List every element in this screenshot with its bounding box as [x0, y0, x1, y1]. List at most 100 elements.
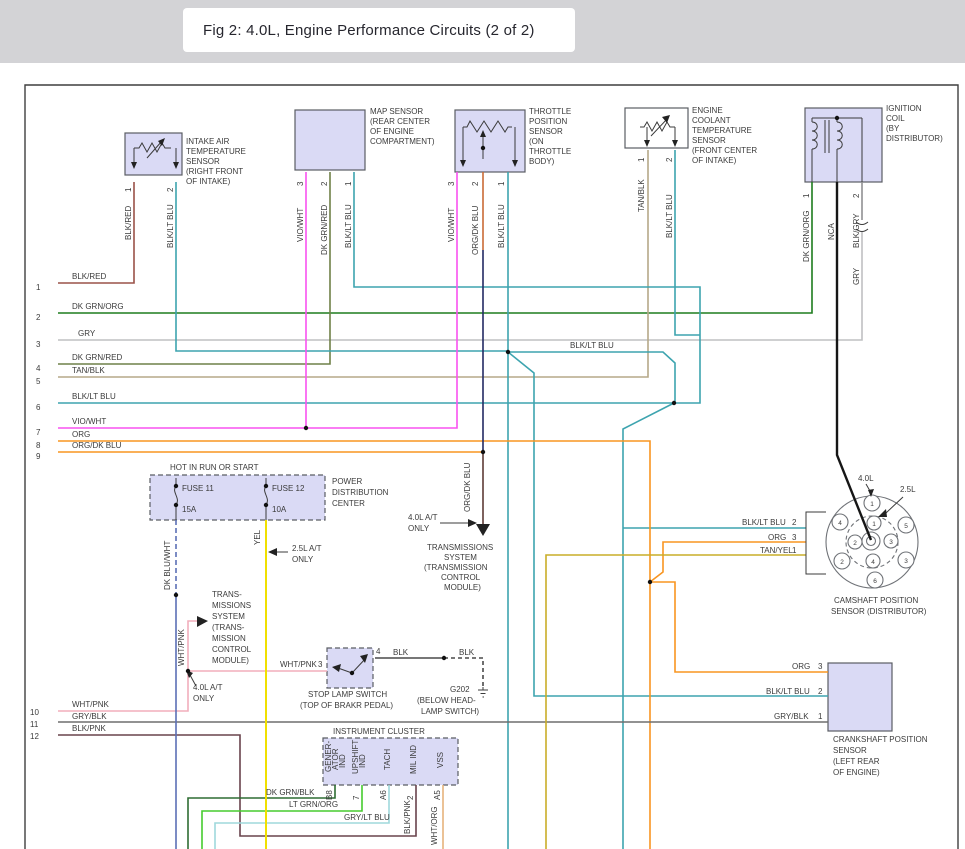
label: VIO/WHT [447, 208, 456, 242]
label: (FRONT CENTER [692, 146, 757, 155]
label: ONLY [193, 694, 215, 703]
label: 2.5L [900, 485, 916, 494]
label: THROTTLE [529, 107, 571, 116]
label: GRY/BLK [774, 712, 809, 721]
wire-org-8 [58, 440, 651, 582]
label: IND [338, 754, 347, 768]
label: (BELOW HEAD- [417, 696, 476, 705]
junction-dot [349, 670, 355, 676]
label: 6 [36, 403, 41, 412]
label: 7 [352, 795, 361, 800]
junction-dot [303, 425, 309, 431]
arrowhead [476, 524, 490, 536]
label: GRY [78, 329, 96, 338]
label: WHT/PNK [177, 628, 186, 666]
label: FUSE 11 [182, 484, 214, 493]
label: BLK [459, 648, 475, 657]
label: 2 [853, 540, 857, 547]
label: VIO/WHT [72, 417, 106, 426]
label: SYSTEM [212, 612, 245, 621]
label: 5 [36, 377, 41, 386]
label: OF INTAKE) [692, 156, 737, 165]
label: 2 [665, 157, 674, 162]
label: (REAR CENTER [370, 117, 430, 126]
label: 1 [792, 546, 797, 555]
label: 4.0L A/T [193, 683, 223, 692]
label: 4 [36, 364, 41, 373]
label: POSITION [529, 117, 567, 126]
wire-tan-yel-cam [545, 554, 806, 849]
label: COIL [886, 114, 905, 123]
junction-dot [263, 483, 269, 489]
junction-dot [480, 145, 486, 151]
label: 1 [870, 501, 874, 508]
label: OF ENGINE) [833, 768, 880, 777]
label: 3 [792, 533, 797, 542]
label: CONTROL [441, 573, 481, 582]
label: BLK [393, 648, 409, 657]
label: 2 [166, 187, 175, 192]
label: POWER [332, 477, 362, 486]
wire-dk-grn-red-4 [58, 172, 331, 365]
junction-dot [185, 668, 191, 674]
label: WHT/PNK [280, 660, 318, 669]
label: ORG/DK BLU [471, 205, 480, 255]
label: BLK/LT BLU [344, 204, 353, 248]
label: 2 [792, 518, 797, 527]
label: 3 [36, 340, 41, 349]
label: YEL [253, 529, 262, 545]
label: ORG [768, 533, 786, 542]
label: (LEFT REAR [833, 757, 880, 766]
junction-dot [173, 502, 179, 508]
label: (ON [529, 137, 544, 146]
label: BLK/PNK [72, 724, 106, 733]
label: BLK/LT BLU [766, 687, 810, 696]
junction-dot [263, 502, 269, 508]
label: WHT/ORG [430, 806, 439, 845]
label: LT GRN/ORG [289, 800, 338, 809]
cam-connector-bracket [805, 511, 826, 575]
label: A5 [433, 790, 442, 800]
label: SYSTEM [444, 553, 477, 562]
label: 15A [182, 505, 197, 514]
label: VSS [436, 752, 445, 768]
label: OF ENGINE [370, 127, 414, 136]
label: G202 [450, 685, 470, 694]
label: ORG [792, 662, 810, 671]
wire-vio-wht-7 [58, 172, 458, 429]
label: SENSOR [186, 157, 220, 166]
label: INTAKE AIR [186, 137, 230, 146]
arrowhead [197, 616, 208, 627]
label: OF INTAKE) [186, 177, 231, 186]
wiring-diagram-page: Fig 2: 4.0L, Engine Performance Circuits… [0, 0, 965, 849]
label: TAN/YEL [760, 546, 793, 555]
wire-org-crank [650, 581, 828, 673]
label: COMPARTMENT) [370, 137, 435, 146]
label: FUSE 12 [272, 484, 305, 493]
label: LAMP SWITCH) [421, 707, 479, 716]
ground-g202 [478, 687, 488, 698]
label: 2 [818, 687, 823, 696]
label: (TRANS- [212, 623, 245, 632]
label: 6 [873, 578, 877, 585]
wire-blk-ground [444, 657, 484, 687]
label: INSTRUMENT CLUSTER [333, 727, 425, 736]
label: SENSOR [529, 127, 563, 136]
label: 2 [840, 559, 844, 566]
label: IND [358, 754, 367, 768]
label: 11 [30, 720, 39, 729]
label: (RIGHT FRONT [186, 167, 243, 176]
label: 5 [904, 523, 908, 530]
label: BLK/LT BLU [166, 204, 175, 248]
label: ORG/DK BLU [72, 441, 122, 450]
label: MISSIONS [212, 601, 251, 610]
wire-blk-lt-blu-ect [674, 150, 700, 336]
label: MAP SENSOR [370, 107, 423, 116]
label: 4 [871, 559, 875, 566]
label: 1 [802, 193, 811, 198]
label: BLK/RED [72, 272, 106, 281]
label: 4.0L A/T [408, 513, 438, 522]
ignition-coil-box [804, 107, 883, 183]
label: 10 [30, 708, 39, 717]
label: MIL IND [409, 745, 418, 774]
